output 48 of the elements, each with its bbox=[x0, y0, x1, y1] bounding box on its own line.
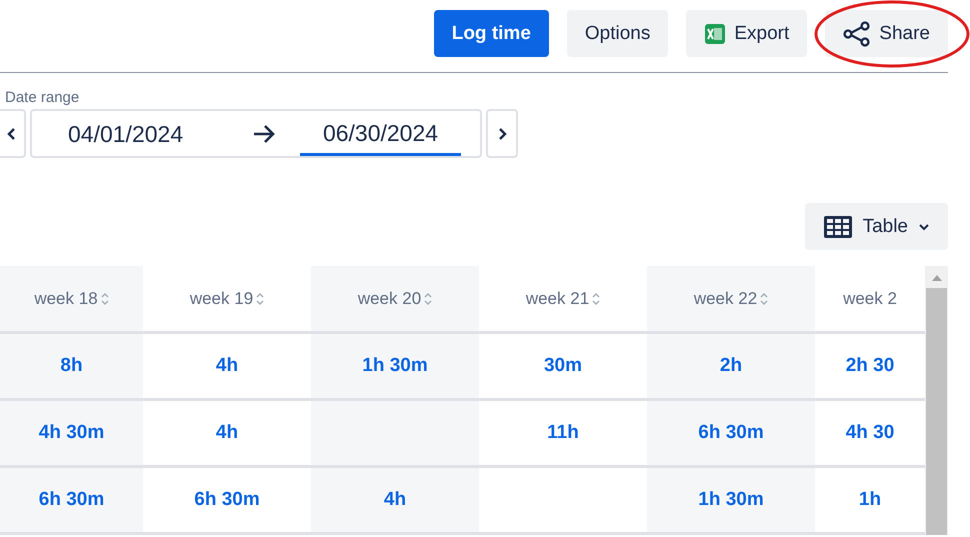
previous-button[interactable] bbox=[0, 109, 26, 158]
time-link[interactable]: 1h 30m bbox=[362, 355, 428, 377]
sort-icon[interactable] bbox=[100, 290, 109, 306]
scroll-up-icon[interactable] bbox=[932, 274, 942, 282]
time-link[interactable]: 1h 30m bbox=[698, 489, 764, 511]
time-link[interactable]: 4h bbox=[384, 489, 406, 511]
time-link[interactable]: 8h bbox=[60, 355, 83, 377]
table-view-dropdown[interactable]: Table bbox=[804, 203, 948, 250]
share-icon bbox=[843, 20, 872, 46]
time-link[interactable]: 6h 30m bbox=[698, 422, 764, 444]
column-header[interactable]: week 22 bbox=[694, 288, 758, 308]
column-header[interactable]: week 21 bbox=[526, 288, 590, 308]
log-time-button[interactable]: Log time bbox=[434, 10, 549, 57]
time-link[interactable]: 2h 30 bbox=[846, 355, 894, 377]
caret-icon bbox=[918, 222, 930, 230]
time-link[interactable]: 30m bbox=[544, 355, 582, 377]
spreadsheet-icon bbox=[704, 22, 726, 44]
sort-icon[interactable] bbox=[256, 290, 264, 306]
export-button[interactable]: Export bbox=[686, 10, 808, 57]
time-link[interactable]: 2h bbox=[720, 355, 742, 377]
sort-icon[interactable] bbox=[760, 290, 768, 306]
chevron-left-icon bbox=[7, 126, 17, 140]
time-link[interactable]: 4h bbox=[216, 422, 238, 444]
time-link[interactable]: 6h 30m bbox=[194, 489, 260, 511]
grid-icon bbox=[822, 214, 853, 238]
time-link[interactable]: 11h bbox=[547, 422, 579, 444]
time-link[interactable]: 6h 30m bbox=[38, 489, 104, 511]
scrollbar-thumb[interactable] bbox=[926, 288, 947, 535]
date-range-field[interactable]: 04/01/2024 06/30/2024 bbox=[30, 109, 482, 158]
options-button[interactable]: Options bbox=[566, 10, 668, 57]
start-date[interactable]: 04/01/2024 bbox=[68, 113, 242, 154]
arrow-right-icon bbox=[252, 124, 276, 144]
time-link[interactable]: 4h 30 bbox=[846, 422, 894, 444]
column-header[interactable]: week 18 bbox=[34, 288, 98, 308]
time-link[interactable]: 1h bbox=[858, 489, 882, 511]
column-header[interactable]: week 19 bbox=[190, 288, 254, 308]
time-link[interactable]: 4h 30m bbox=[38, 422, 104, 444]
scrollbar[interactable] bbox=[925, 266, 948, 535]
sort-icon[interactable] bbox=[592, 290, 600, 306]
column-header[interactable]: week 2 bbox=[843, 288, 897, 308]
next-button[interactable] bbox=[486, 109, 518, 158]
chevron-right-icon bbox=[497, 126, 507, 140]
sort-icon[interactable] bbox=[424, 290, 432, 306]
date-range-label: Date range bbox=[4, 89, 80, 106]
time-link[interactable]: 4h bbox=[216, 355, 238, 377]
column-header[interactable]: week 20 bbox=[358, 288, 422, 308]
share-button[interactable]: Share bbox=[825, 10, 948, 57]
end-date[interactable]: 06/30/2024 bbox=[300, 112, 461, 156]
